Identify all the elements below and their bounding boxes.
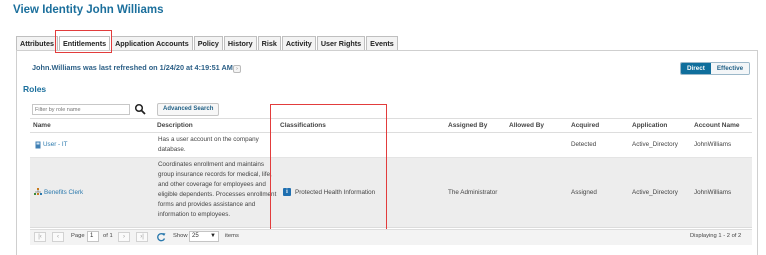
next-page-icon[interactable]: › (118, 232, 130, 242)
application-value: Active_Directory (632, 189, 678, 196)
column-header-acquired[interactable]: Acquired (571, 122, 599, 129)
role-description: Has a user account on the company databa… (158, 135, 276, 155)
description-line: eligible dependents. Processes enrollmen… (158, 191, 277, 198)
column-header-assigned-by[interactable]: Assigned By (448, 122, 487, 129)
classification-value: Protected Health Information (295, 189, 376, 196)
account-name-value: JohnWilliams (694, 189, 732, 196)
account-name-value: JohnWilliams (694, 141, 732, 148)
column-header-name[interactable]: Name (33, 122, 51, 129)
displaying-count: Displaying 1 - 2 of 2 (690, 233, 742, 239)
items-label: items (225, 233, 239, 239)
page-label: Page (71, 233, 85, 239)
hierarchy-icon (34, 188, 42, 195)
description-line: database. (158, 146, 186, 153)
last-page-icon[interactable]: ›| (136, 232, 148, 242)
page-title: View Identity John Williams (13, 4, 164, 16)
roles-section-title: Roles (23, 84, 47, 94)
role-icon (35, 141, 41, 149)
page-number-input[interactable]: 1 (87, 231, 99, 242)
column-header-application[interactable]: Application (632, 122, 667, 129)
acquired-value: Assigned (571, 189, 597, 196)
description-line: forms and provides assistance and (158, 201, 256, 208)
column-header-description[interactable]: Description (157, 122, 193, 129)
tab-application-accounts[interactable]: Application Accounts (111, 36, 193, 50)
description-line: and other coverage for employees and (158, 181, 266, 188)
first-page-icon[interactable]: |‹ (34, 232, 46, 242)
page-count-label: of 1 (103, 233, 113, 239)
acquired-value: Detected (571, 141, 597, 148)
tab-policy[interactable]: Policy (193, 36, 223, 50)
chevron-down-icon: ▼ (210, 233, 216, 239)
description-line: Has a user account on the company (158, 136, 259, 143)
tab-history[interactable]: History (223, 36, 257, 50)
refresh-icon[interactable] (156, 232, 166, 242)
refresh-status: John.Williams was last refreshed on 1/24… (32, 63, 233, 72)
application-value: Active_Directory (632, 141, 678, 148)
tab-user-rights[interactable]: User Rights (316, 36, 366, 50)
search-icon[interactable] (134, 103, 146, 115)
description-line: Coordinates enrollment and maintains (158, 161, 265, 168)
page-size-select[interactable]: 25 ▼ (189, 231, 219, 242)
column-header-classifications[interactable]: Classifications (280, 122, 326, 129)
view-toggle: Direct Effective (680, 62, 751, 75)
description-line: information to employees. (158, 211, 231, 218)
tab-events[interactable]: Events (366, 36, 398, 50)
assigned-by-value: The Administrator (448, 189, 498, 196)
tab-attributes[interactable]: Attributes (16, 36, 58, 50)
effective-toggle-button[interactable]: Effective (710, 63, 750, 74)
role-name-link[interactable]: User - IT (43, 141, 68, 148)
column-header-account-name[interactable]: Account Name (694, 122, 740, 129)
tab-activity[interactable]: Activity (281, 36, 316, 50)
direct-toggle-button[interactable]: Direct (681, 63, 711, 74)
description-line: group insurance records for medical, lif… (158, 171, 272, 178)
tab-bar: Attributes Entitlements Application Acco… (16, 36, 399, 50)
role-filter-input[interactable] (32, 104, 130, 115)
tab-risk[interactable]: Risk (257, 36, 281, 50)
advanced-search-button[interactable]: Advanced Search (157, 103, 220, 116)
info-icon: i (283, 188, 291, 196)
show-label: Show (173, 233, 188, 239)
previous-page-icon[interactable]: ‹ (52, 232, 64, 242)
column-header-allowed-by[interactable]: Allowed By (509, 122, 544, 129)
page-size-value: 25 (192, 233, 199, 239)
role-name-link[interactable]: Benefits Clerk (44, 189, 83, 196)
tab-entitlements[interactable]: Entitlements (58, 36, 111, 50)
refresh-info-icon[interactable]: › (233, 65, 241, 73)
role-description: Coordinates enrollment and maintains gro… (158, 160, 278, 220)
